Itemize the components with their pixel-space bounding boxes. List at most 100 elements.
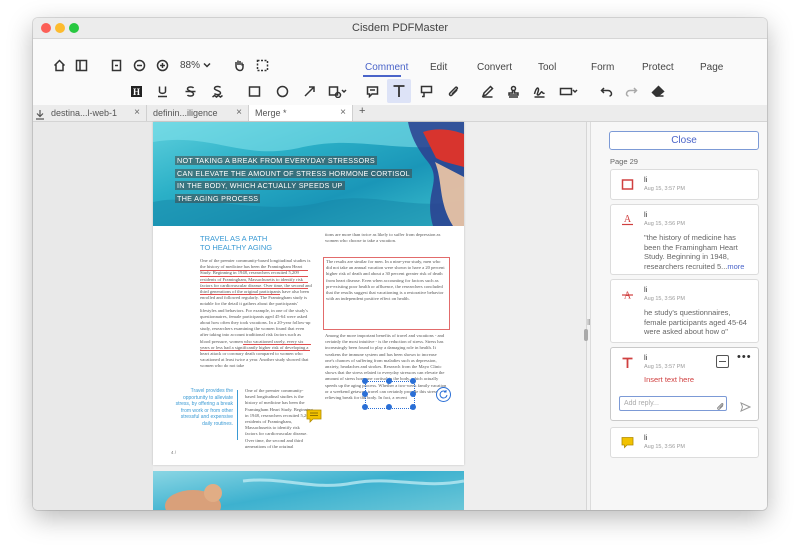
scrollbar-thumb[interactable] — [584, 329, 588, 341]
doc-tab[interactable]: destina...l-web-1 × — [45, 105, 147, 121]
page-number: 4 / — [171, 450, 177, 455]
callout-tool-icon[interactable] — [418, 83, 434, 99]
comment-card[interactable]: li Aug 15, 3:57 PM — [610, 169, 759, 200]
underline-annotation[interactable] — [200, 270, 308, 271]
strikethrough-annotation[interactable] — [200, 350, 310, 351]
selection-handle[interactable] — [386, 378, 392, 384]
comment-author: li — [644, 353, 648, 362]
comment-date: Aug 15, 3:56 PM — [644, 221, 685, 227]
tab-edit[interactable]: Edit — [430, 62, 447, 73]
underline-annotation[interactable] — [200, 282, 308, 283]
svg-text:A: A — [624, 214, 632, 225]
form-field-dropdown-icon[interactable] — [558, 83, 580, 99]
document-viewer[interactable]: NOT TAKING A BREAK FROM EVERYDAY STRESSO… — [33, 122, 586, 510]
stamp-icon[interactable] — [505, 83, 521, 99]
tab-comment[interactable]: Comment — [365, 62, 408, 73]
send-icon[interactable] — [740, 399, 752, 417]
rectangle-annotation-icon — [621, 178, 634, 191]
rectangle-tool-icon[interactable] — [246, 83, 262, 99]
page-label: Page 29 — [610, 157, 638, 166]
zoom-out-icon[interactable] — [131, 57, 147, 73]
highlight-icon[interactable]: H — [128, 83, 144, 99]
redo-icon[interactable] — [623, 83, 639, 99]
selection-handle[interactable] — [386, 404, 392, 410]
close-button[interactable]: Close — [609, 131, 759, 150]
zoom-level[interactable]: 88% — [178, 57, 202, 73]
left-gutter — [33, 122, 153, 510]
document-tab-strip: destina...l-web-1 × definin...iligence ×… — [33, 105, 767, 122]
oval-tool-icon[interactable] — [274, 83, 290, 99]
doc-tab-active[interactable]: Merge * × — [249, 105, 353, 121]
title-bar: Cisdem PDFMaster — [33, 18, 767, 39]
selection-handle[interactable] — [362, 404, 368, 410]
underline-annotation[interactable] — [200, 288, 308, 289]
home-icon[interactable] — [51, 57, 67, 73]
tab-tool[interactable]: Tool — [538, 62, 556, 73]
active-tab-underline — [363, 75, 401, 77]
text-tool-icon[interactable] — [387, 79, 411, 103]
selection-handle[interactable] — [410, 391, 416, 397]
close-tab-icon[interactable]: × — [236, 107, 242, 118]
reply-input[interactable]: Add reply... — [619, 396, 727, 411]
selection-handle[interactable] — [410, 378, 416, 384]
doc-tab-label: destina...l-web-1 — [51, 108, 118, 118]
new-tab-button[interactable]: + — [359, 105, 365, 117]
comment-body: Insert text here — [644, 375, 695, 384]
close-tab-icon[interactable]: × — [134, 107, 140, 118]
comment-body-text: "the history of medicine has been the Fr… — [644, 233, 738, 271]
pen-tool-icon[interactable] — [479, 83, 495, 99]
comments-panel: Close Page 29 li Aug 15, 3:57 PM A li Au… — [590, 122, 767, 510]
selection-handle[interactable] — [410, 404, 416, 410]
comment-date: Aug 15, 3:56 PM — [644, 444, 685, 450]
hand-tool-icon[interactable] — [231, 57, 247, 73]
zoom-in-icon[interactable] — [154, 57, 170, 73]
undo-icon[interactable] — [598, 83, 614, 99]
tab-page[interactable]: Page — [700, 62, 723, 73]
selection-handle[interactable] — [362, 378, 368, 384]
squiggly-icon[interactable] — [209, 83, 225, 99]
comment-body: "the history of medicine has been the Fr… — [644, 233, 754, 271]
pdf-page[interactable]: NOT TAKING A BREAK FROM EVERYDAY STRESSO… — [153, 122, 464, 465]
window-title: Cisdem PDFMaster — [352, 22, 448, 34]
underline-annotation[interactable] — [200, 276, 308, 277]
comment-date: Aug 15, 3:57 PM — [644, 186, 685, 192]
doc-tab[interactable]: definin...iligence × — [147, 105, 249, 121]
more-options-icon[interactable]: ••• — [737, 351, 752, 363]
comment-body: he study's questionnaires, female partic… — [644, 308, 747, 336]
comment-author: li — [644, 175, 648, 184]
strikethrough-icon[interactable] — [182, 83, 198, 99]
tab-form[interactable]: Form — [591, 62, 614, 73]
underline-annotation[interactable] — [200, 294, 280, 295]
attachment-icon[interactable] — [445, 83, 461, 99]
pull-quote: Travel provides the opportunity to allev… — [175, 388, 233, 427]
arrow-tool-icon[interactable] — [301, 83, 317, 99]
signature-icon[interactable] — [531, 83, 547, 99]
strikethrough-annotation[interactable] — [243, 344, 311, 345]
reply-attach-icon[interactable] — [716, 399, 725, 417]
pdf-page-next[interactable] — [153, 471, 464, 510]
sidebar-toggle-icon[interactable] — [73, 57, 89, 73]
more-link[interactable]: more — [727, 262, 744, 271]
rotate-handle-icon[interactable] — [436, 387, 451, 402]
shapes-dropdown-icon[interactable] — [326, 83, 350, 99]
close-tab-icon[interactable]: × — [340, 107, 346, 118]
comment-card[interactable]: A li Aug 15, 3:56 PM "the history of med… — [610, 204, 759, 275]
tab-convert[interactable]: Convert — [477, 62, 512, 73]
underline-icon[interactable] — [154, 83, 170, 99]
eraser-icon[interactable] — [650, 83, 666, 99]
marquee-select-icon[interactable] — [254, 57, 270, 73]
comment-card[interactable]: li Aug 15, 3:56 PM — [610, 427, 759, 458]
zoom-dropdown-chevron-icon[interactable] — [202, 57, 212, 73]
collapse-icon[interactable] — [716, 355, 729, 368]
comment-card[interactable]: A li Aug 15, 3:56 PM he study's question… — [610, 279, 759, 343]
comment-card-selected[interactable]: li Aug 15, 3:57 PM Insert text here ••• … — [610, 347, 759, 421]
article-heading: TRAVEL AS A PATH TO HEALTHY AGING — [200, 234, 272, 252]
note-tool-icon[interactable] — [364, 83, 380, 99]
sticky-note-annotation-icon[interactable] — [306, 409, 322, 423]
comment-date: Aug 15, 3:57 PM — [644, 364, 685, 370]
note-annotation-icon — [621, 436, 634, 449]
selection-handle[interactable] — [362, 391, 368, 397]
fit-page-icon[interactable] — [108, 57, 124, 73]
toolbar: 88% Comment Edit Convert Tool Form Prote… — [33, 39, 767, 106]
tab-protect[interactable]: Protect — [642, 62, 674, 73]
